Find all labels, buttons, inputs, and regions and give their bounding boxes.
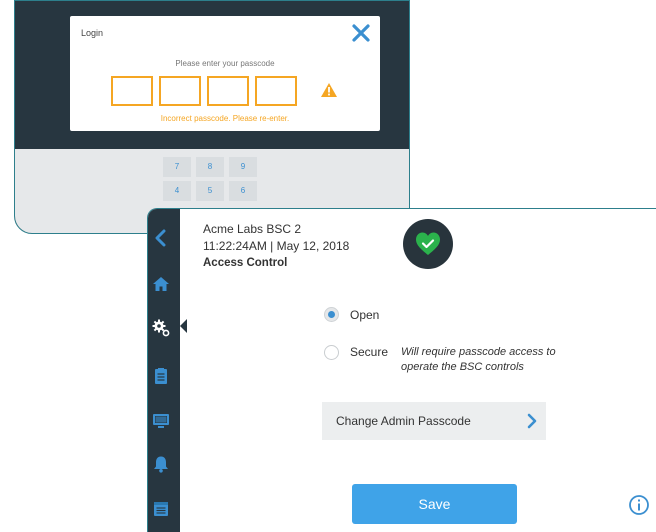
- passcode-digit-3[interactable]: [207, 76, 249, 106]
- radio-open[interactable]: [324, 307, 339, 322]
- keypad-key-7[interactable]: 7: [163, 157, 191, 177]
- login-dialog: Login Please enter your passcode Incorre…: [70, 16, 380, 131]
- change-passcode-label: Change Admin Passcode: [336, 414, 471, 428]
- clipboard-icon[interactable]: [152, 367, 170, 385]
- keypad-key-5[interactable]: 5: [196, 181, 224, 201]
- calendar-icon[interactable]: [152, 499, 170, 517]
- monitor-icon[interactable]: [152, 411, 170, 429]
- keypad-key-9[interactable]: 9: [229, 157, 257, 177]
- passcode-digit-4[interactable]: [255, 76, 297, 106]
- close-icon[interactable]: [350, 22, 372, 44]
- keypad-key-4[interactable]: 4: [163, 181, 191, 201]
- save-button[interactable]: Save: [352, 484, 517, 524]
- passcode-input-row: [111, 76, 297, 106]
- secure-description: Will require passcode access to operate …: [401, 346, 556, 373]
- status-badge: [403, 219, 453, 269]
- active-nav-indicator: [180, 319, 187, 333]
- keypad-key-6[interactable]: 6: [229, 181, 257, 201]
- device-name: Acme Labs BSC 2: [203, 222, 302, 236]
- bell-icon[interactable]: [152, 455, 170, 473]
- datetime: 11:22:24AM | May 12, 2018: [203, 239, 350, 253]
- settings-icon[interactable]: [152, 319, 170, 337]
- login-title: Login: [81, 28, 104, 38]
- chevron-right-icon: [527, 413, 537, 429]
- back-icon[interactable]: [152, 229, 170, 247]
- option-open-label[interactable]: Open: [350, 308, 379, 322]
- home-icon[interactable]: [152, 275, 170, 293]
- warning-icon: [321, 83, 337, 97]
- keypad-key-8[interactable]: 8: [196, 157, 224, 177]
- login-screen: Login Please enter your passcode Incorre…: [14, 0, 410, 234]
- access-control-screen: Acme Labs BSC 2 11:22:24AM | May 12, 201…: [147, 208, 656, 532]
- passcode-digit-1[interactable]: [111, 76, 153, 106]
- login-prompt: Please enter your passcode: [175, 59, 275, 68]
- sidebar: [148, 209, 180, 532]
- change-admin-passcode-button[interactable]: Change Admin Passcode: [322, 402, 546, 440]
- heart-check-icon: [416, 232, 440, 255]
- passcode-digit-2[interactable]: [159, 76, 201, 106]
- radio-secure[interactable]: [324, 345, 339, 360]
- section-title: Access Control: [203, 257, 288, 269]
- info-icon[interactable]: [628, 494, 650, 516]
- login-error-message: Incorrect passcode. Please re-enter.: [160, 114, 290, 123]
- option-secure-label[interactable]: Secure: [350, 345, 388, 359]
